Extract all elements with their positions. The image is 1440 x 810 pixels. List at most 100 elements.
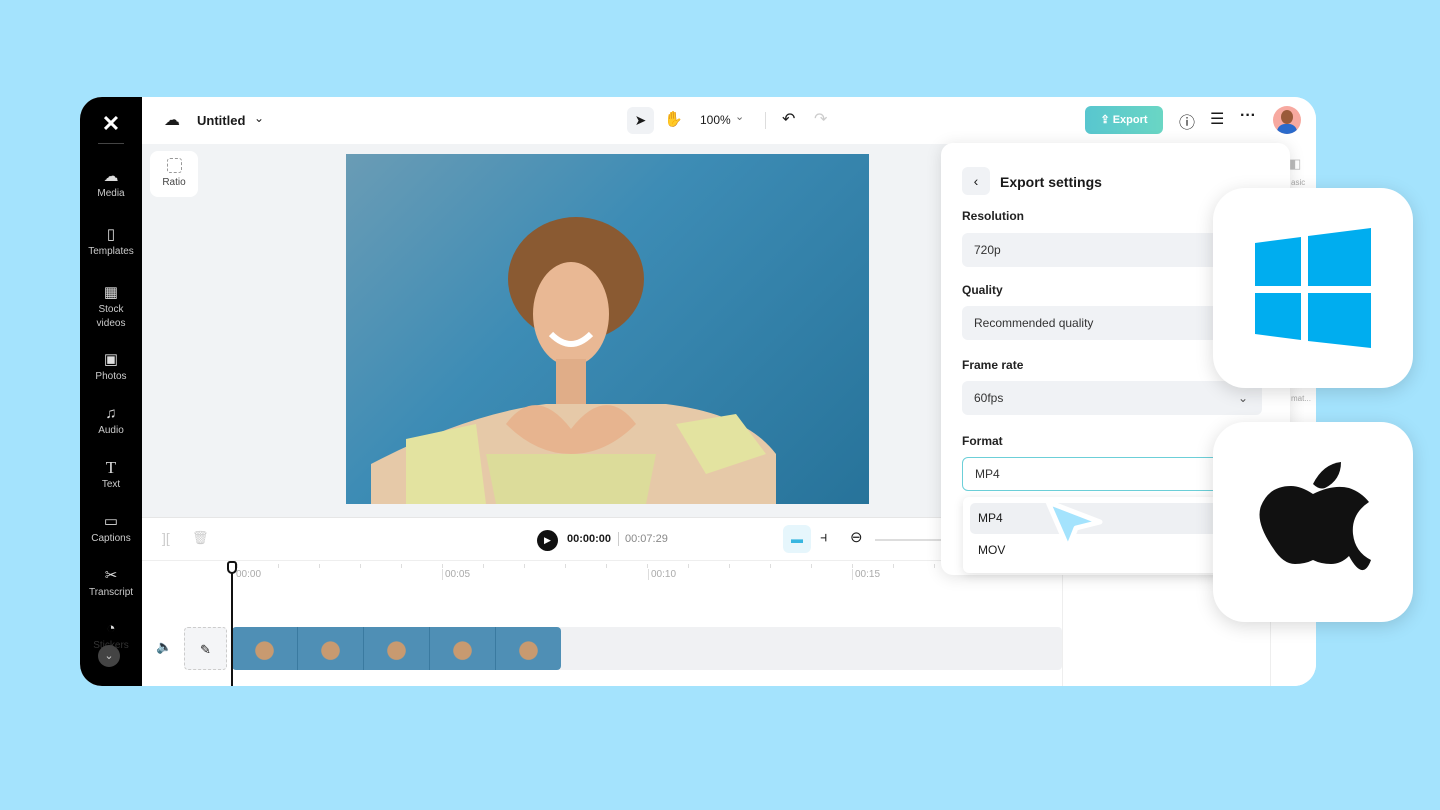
sidebar-item-transcript[interactable]: ✂ Transcript — [80, 566, 142, 600]
more-icon[interactable]: ··· — [1240, 107, 1256, 125]
total-time: 00:07:29 — [625, 533, 668, 545]
panel-title: Export settings — [1000, 174, 1102, 190]
cloud-save-icon[interactable]: ☁ — [164, 110, 180, 130]
video-clip[interactable] — [232, 627, 561, 670]
ruler-tick — [811, 564, 812, 568]
ruler-tick — [688, 564, 689, 568]
ratio-button[interactable]: Ratio — [150, 151, 198, 197]
ruler-label: 00:15 — [852, 569, 880, 580]
ruler-tick — [934, 564, 935, 568]
sidebar-item-captions[interactable]: ▭ Captions — [80, 512, 142, 546]
framerate-label: Frame rate — [962, 358, 1024, 372]
apple-card — [1213, 422, 1413, 622]
avatar[interactable] — [1273, 106, 1301, 134]
ruler-tick — [319, 564, 320, 568]
sidebar: ✕ ☁ Media ▯ Templates ▦ Stock videos ▣ Photo… — [80, 97, 142, 686]
text-icon: T — [105, 458, 117, 477]
basic-icon[interactable]: ◧ — [1289, 156, 1301, 172]
sidebar-item-label: Text — [101, 479, 121, 490]
windows-logo-icon — [1255, 228, 1371, 348]
woman-heart-hands-image — [371, 217, 776, 504]
sidebar-item-label: Stock videos — [96, 304, 126, 329]
windows-card — [1213, 188, 1413, 388]
framerate-value: 60fps — [974, 391, 1004, 405]
sticker-icon: ◔ — [106, 620, 116, 637]
format-label: Format — [962, 434, 1003, 448]
split-icon[interactable]: ][ — [162, 530, 170, 546]
export-button[interactable]: ⇪ Export — [1085, 106, 1163, 134]
top-bar: ☁ Untitled ⌄ ➤ ✋ 100% ⌄ ↶ ↷ ⇪ Export ⓘ ☰… — [142, 97, 1316, 144]
music-icon: ♫ — [105, 405, 117, 422]
clip-thumbnail — [232, 627, 298, 670]
clip-thumbnail — [364, 627, 430, 670]
zoom-slider[interactable] — [875, 539, 945, 541]
format-label: mat... — [1291, 394, 1312, 403]
current-time: 00:00:00 — [567, 533, 612, 545]
volume-icon[interactable]: 🔈 — [156, 639, 172, 655]
ruler-tick — [606, 564, 607, 568]
basic-label: asic — [1291, 178, 1306, 187]
back-button[interactable]: ‹ — [962, 167, 990, 195]
scroll-down-button[interactable]: ⌄ — [98, 645, 120, 667]
divider — [98, 143, 124, 144]
clip-thumbnail — [430, 627, 496, 670]
redo-icon[interactable]: ↷ — [814, 109, 827, 129]
sidebar-item-label: Captions — [91, 533, 131, 544]
ruler-tick — [565, 564, 566, 568]
zoom-chevron-icon[interactable]: ⌄ — [735, 110, 744, 123]
divider — [765, 112, 766, 129]
sidebar-item-media[interactable]: ☁ Media — [80, 167, 142, 201]
split-clip-icon[interactable]: ⫞ — [820, 529, 828, 546]
sidebar-item-label: Media — [97, 188, 125, 199]
help-icon[interactable]: ⓘ — [1179, 109, 1195, 133]
chevron-down-icon[interactable]: ⌄ — [254, 111, 264, 125]
quality-label: Quality — [962, 283, 1003, 297]
playhead[interactable] — [231, 563, 233, 686]
ruler-tick — [524, 564, 525, 568]
cursor-pointer-icon — [1045, 499, 1103, 551]
transcript-icon: ✂ — [104, 567, 118, 584]
delete-icon[interactable]: 🗑 — [192, 530, 209, 546]
ruler-tick — [770, 564, 771, 568]
image-icon: ▣ — [103, 351, 119, 368]
ruler-label: 00:00 — [236, 569, 262, 580]
ruler-tick — [360, 564, 361, 568]
sidebar-item-audio[interactable]: ♫ Audio — [80, 404, 142, 438]
ruler-label: 00:10 — [648, 569, 676, 580]
upload-icon: ⇪ — [1100, 114, 1113, 126]
sidebar-item-templates[interactable]: ▯ Templates — [80, 225, 142, 259]
zoom-out-icon[interactable]: ⊖ — [850, 528, 863, 546]
export-label: Export — [1112, 114, 1148, 126]
clip-thumbnail — [496, 627, 561, 670]
sidebar-item-label: Photos — [95, 371, 127, 382]
ratio-label: Ratio — [162, 177, 186, 188]
sidebar-item-label: Transcript — [88, 587, 134, 598]
resolution-label: Resolution — [962, 209, 1024, 223]
hand-tool-icon[interactable]: ✋ — [664, 110, 683, 128]
ruler-tick — [729, 564, 730, 568]
sidebar-item-text[interactable]: T Text — [80, 458, 142, 492]
apple-logo-icon — [1259, 462, 1371, 571]
auto-snap-button[interactable]: ▬ — [783, 525, 811, 553]
ruler-tick — [278, 564, 279, 568]
zoom-level[interactable]: 100% — [700, 113, 731, 127]
edit-cover-button[interactable]: ✎ — [184, 627, 227, 670]
sidebar-item-photos[interactable]: ▣ Photos — [80, 350, 142, 384]
ruler-label: 00:05 — [442, 569, 470, 580]
project-title[interactable]: Untitled — [197, 113, 245, 128]
ruler-tick — [647, 564, 648, 568]
cloud-upload-icon: ☁ — [103, 168, 119, 185]
template-icon: ▯ — [106, 226, 116, 243]
sidebar-item-stock-videos[interactable]: ▦ Stock videos — [80, 283, 142, 331]
play-button[interactable]: ▶ — [537, 530, 558, 551]
playhead-handle[interactable] — [227, 561, 237, 574]
capcut-logo-icon: ✕ — [101, 111, 121, 136]
layers-icon[interactable]: ☰ — [1210, 109, 1224, 129]
film-icon: ▦ — [103, 284, 119, 301]
video-preview[interactable] — [346, 154, 869, 504]
divider — [618, 532, 619, 546]
sidebar-item-label: Templates — [88, 246, 134, 257]
ruler-tick — [237, 564, 238, 568]
select-tool-button[interactable]: ➤ — [627, 107, 654, 134]
undo-icon[interactable]: ↶ — [782, 109, 795, 129]
